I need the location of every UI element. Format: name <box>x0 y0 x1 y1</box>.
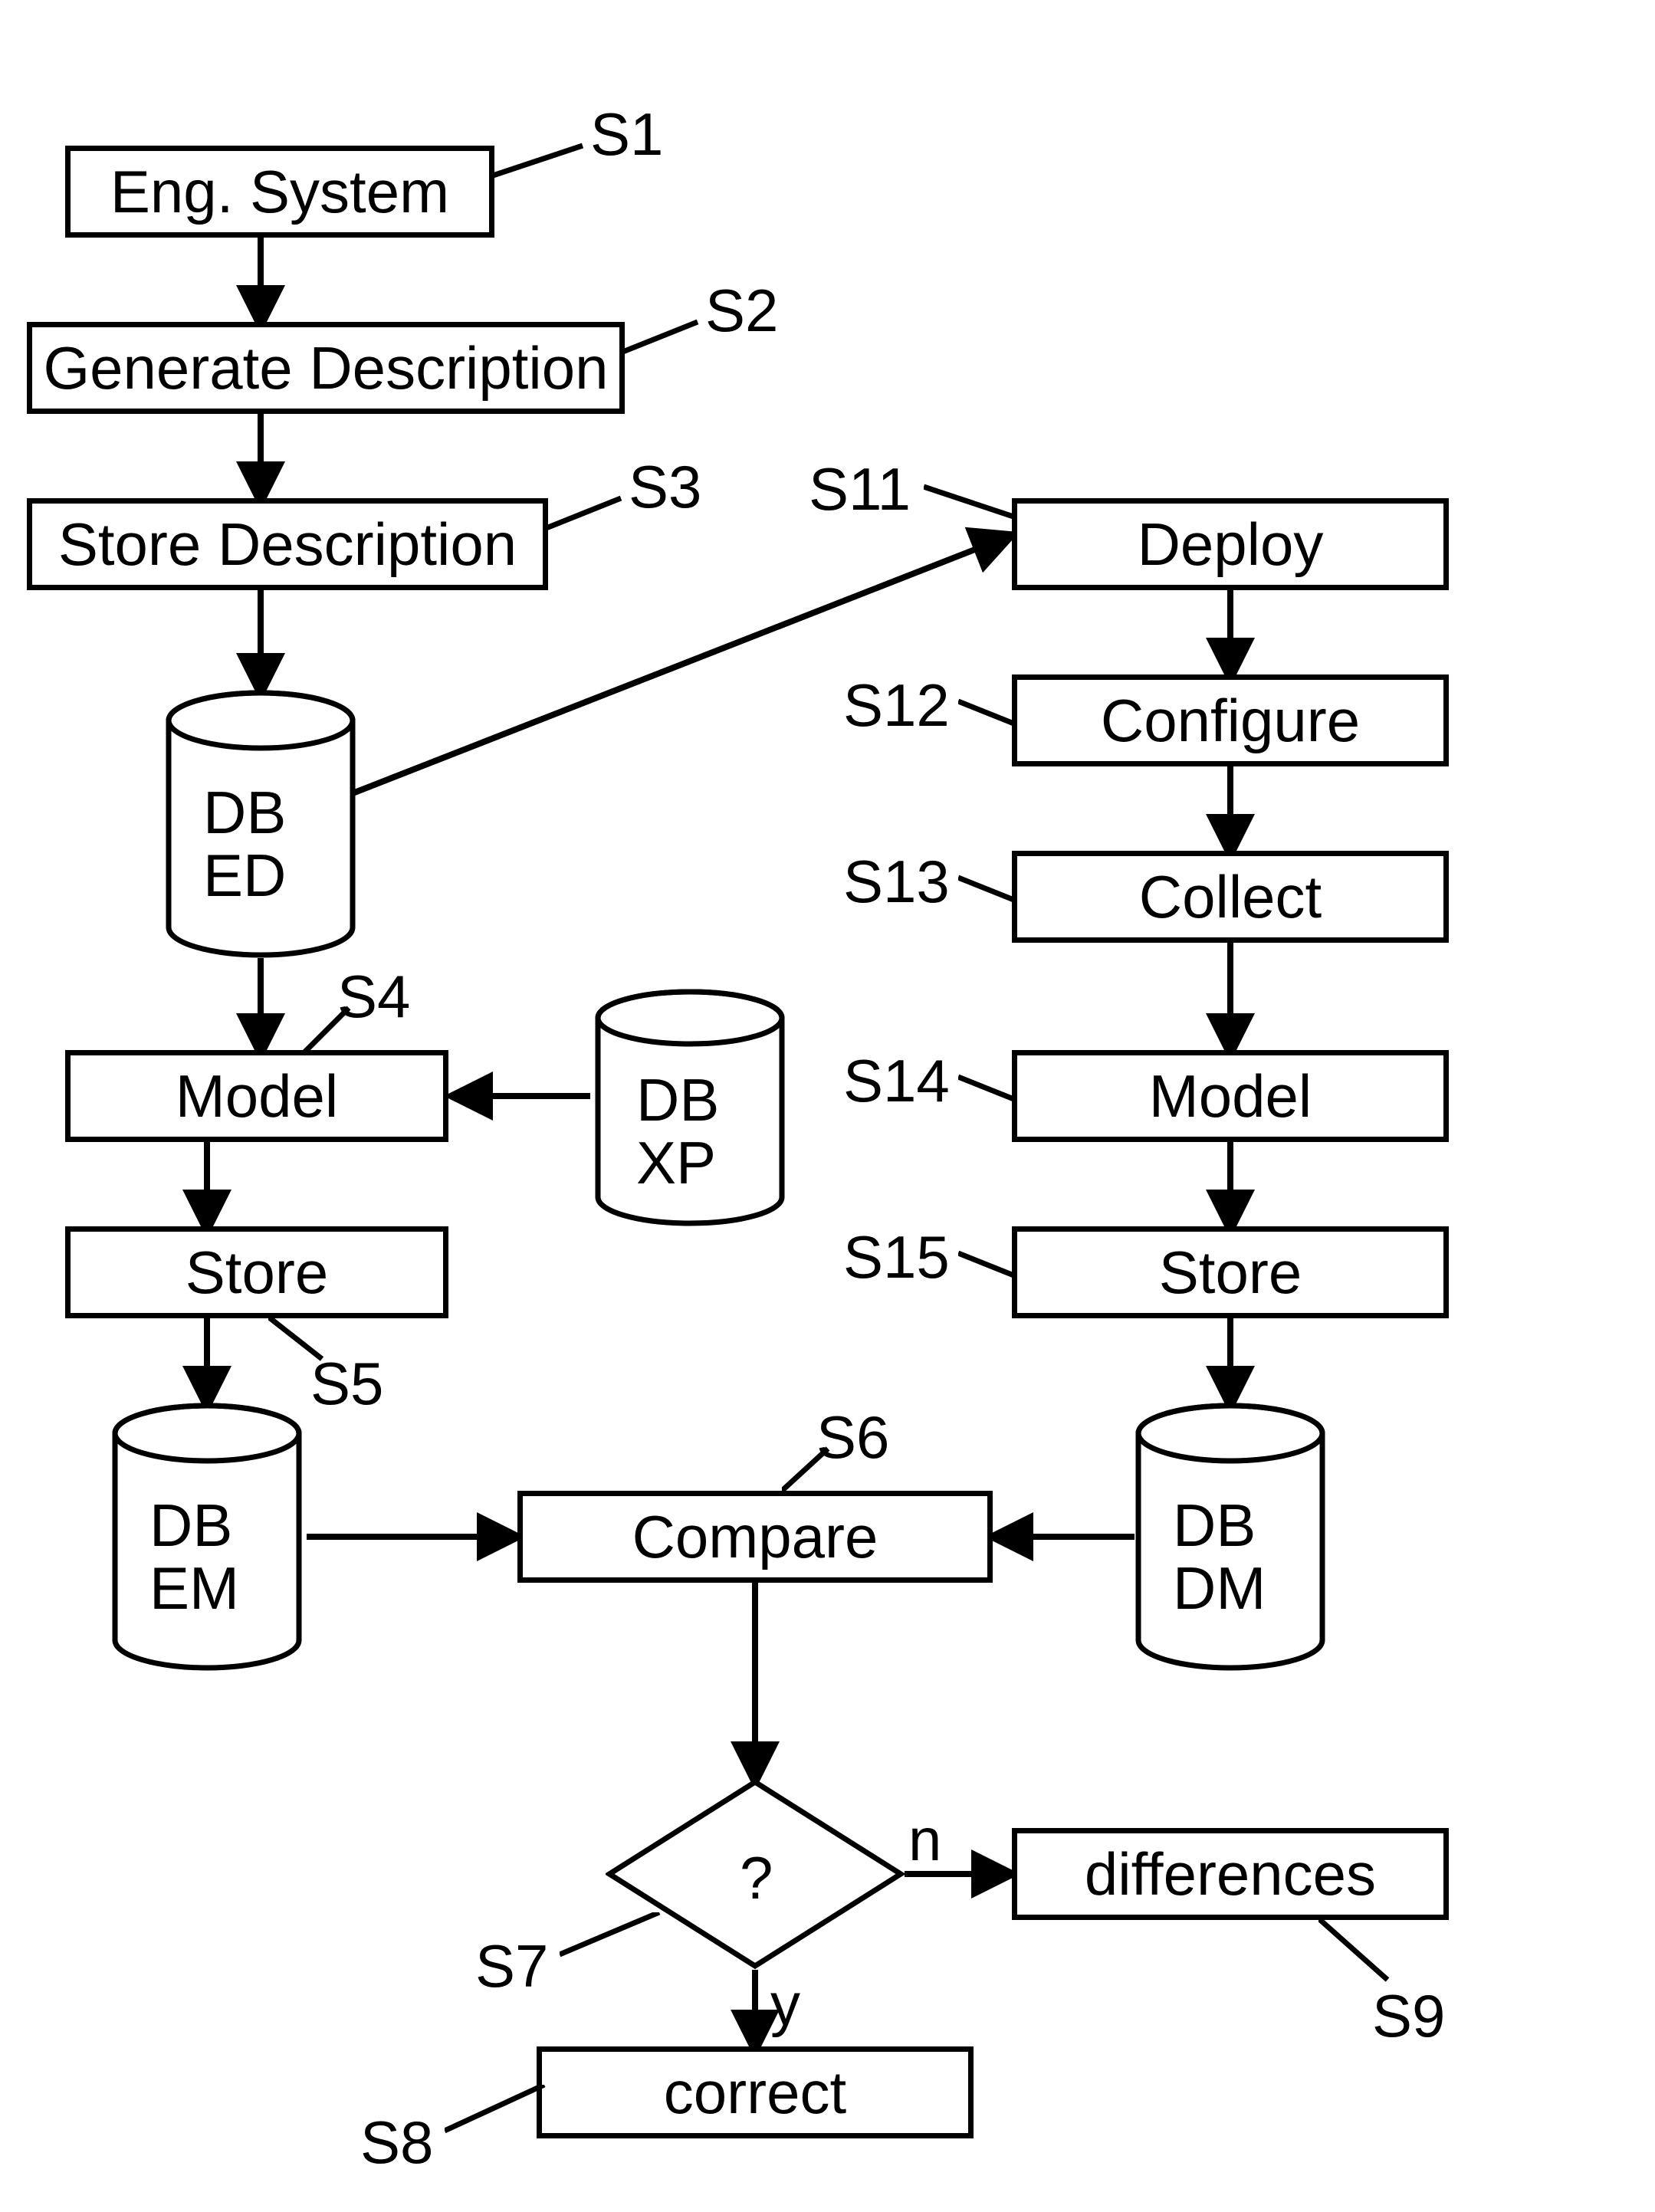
step-label-s2: S2 <box>705 276 778 346</box>
box-store-description: Store Description <box>27 498 548 590</box>
leader-s2 <box>621 314 713 360</box>
step-label-s14: S14 <box>843 1046 950 1116</box>
leader-s15 <box>958 1245 1020 1284</box>
decision-yes: y <box>770 1970 800 2040</box>
box-label: differences <box>1085 1840 1376 1909</box>
decision-no: n <box>908 1805 941 1875</box>
leader-s4 <box>303 1000 379 1062</box>
box-collect: Collect <box>1012 851 1449 943</box>
leader-s9 <box>1318 1918 1418 1995</box>
flowchart-canvas: Eng. System S1 Generate Description S2 S… <box>0 0 1655 2212</box>
box-label: Store <box>186 1238 328 1308</box>
leader-s3 <box>544 491 636 537</box>
db-line2: ED <box>203 845 286 907</box>
db-line2: DM <box>1173 1557 1266 1620</box>
leader-s7 <box>560 1912 667 1966</box>
box-label: Store <box>1159 1238 1302 1308</box>
box-compare: Compare <box>517 1491 993 1583</box>
db-line2: EM <box>149 1557 239 1620</box>
db-ed: DB ED <box>165 690 356 958</box>
db-xp: DB XP <box>594 989 786 1226</box>
leader-s14 <box>958 1069 1020 1108</box>
box-correct: correct <box>537 2046 974 2138</box>
box-label: Configure <box>1101 686 1360 756</box>
box-store-right: Store <box>1012 1226 1449 1318</box>
step-label-s7: S7 <box>475 1931 548 2001</box>
leader-s13 <box>958 870 1020 908</box>
box-label: Model <box>1149 1062 1312 1131</box>
box-model-left: Model <box>65 1050 448 1142</box>
leader-s6 <box>782 1445 859 1498</box>
step-label-s8: S8 <box>360 2108 433 2178</box>
leader-s5 <box>268 1317 345 1370</box>
leader-s1 <box>491 138 598 184</box>
step-label-s15: S15 <box>843 1223 950 1292</box>
box-label: Model <box>176 1062 338 1131</box>
db-line1: DB <box>636 1069 719 1132</box>
box-label: correct <box>664 2058 846 2128</box>
db-line1: DB <box>1173 1495 1266 1557</box>
box-label: Compare <box>632 1502 878 1572</box>
box-label: Generate Description <box>43 333 608 403</box>
decision-label: ? <box>740 1843 773 1913</box>
db-em: DB EM <box>111 1403 303 1671</box>
box-deploy: Deploy <box>1012 498 1449 590</box>
db-line1: DB <box>203 782 286 845</box>
box-configure: Configure <box>1012 674 1449 766</box>
step-label-s3: S3 <box>629 452 701 522</box>
db-dm: DB DM <box>1135 1403 1326 1671</box>
step-label-s12: S12 <box>843 671 950 740</box>
box-model-right: Model <box>1012 1050 1449 1142</box>
box-label: Deploy <box>1138 510 1324 579</box>
step-label-s11: S11 <box>809 455 911 524</box>
db-line1: DB <box>149 1495 239 1557</box>
box-generate-description: Generate Description <box>27 322 625 414</box>
step-label-s13: S13 <box>843 847 950 917</box>
box-label: Eng. System <box>110 157 449 227</box>
box-label: Store Description <box>58 510 517 579</box>
box-label: Collect <box>1139 862 1322 932</box>
box-eng-system: Eng. System <box>65 146 494 238</box>
leader-s11 <box>924 479 1023 525</box>
leader-s8 <box>445 2085 552 2146</box>
db-line2: XP <box>636 1132 719 1195</box>
box-differences: differences <box>1012 1828 1449 1920</box>
step-label-s1: S1 <box>590 100 663 169</box>
box-store-left: Store <box>65 1226 448 1318</box>
leader-s12 <box>958 694 1020 732</box>
